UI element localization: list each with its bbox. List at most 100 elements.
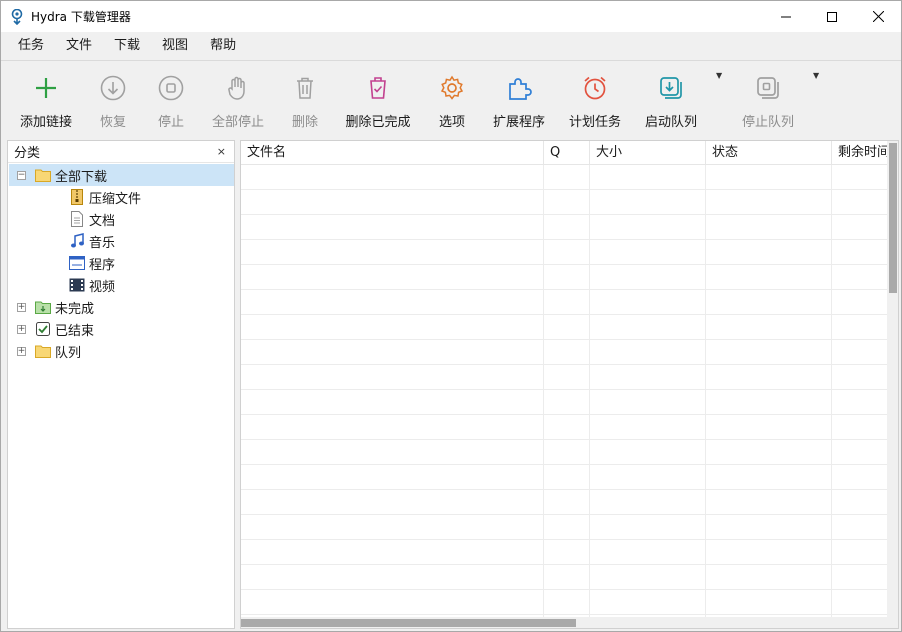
stop-all-label: 全部停止 (211, 115, 264, 130)
puzzle-icon (504, 73, 534, 103)
queue-download-icon (656, 73, 686, 103)
tree-label-video: 视频 (89, 279, 116, 295)
document-icon (69, 211, 85, 227)
stop-queue-button[interactable]: 停止队列 (737, 69, 799, 131)
stop-label: 停止 (157, 115, 184, 130)
empty-row (241, 590, 888, 615)
app-window: Hydra 下载管理器 任务 文件 下载 视图 帮助 添加链接 恢复 停止 全部… (0, 0, 902, 632)
stop-all-button[interactable]: 全部停止 (207, 69, 269, 131)
empty-row (241, 565, 888, 590)
start-queue-dropdown-arrow[interactable]: ▼ (716, 71, 722, 80)
empty-row (241, 240, 888, 265)
maximize-button[interactable] (809, 1, 855, 32)
gear-icon (437, 73, 467, 103)
tree-item-compressed[interactable]: 压缩文件 (69, 186, 141, 208)
menu-help[interactable]: 帮助 (199, 32, 247, 60)
resume-label: 恢复 (99, 115, 126, 130)
column-header-queue[interactable]: Q (544, 141, 590, 165)
tree-item-queues[interactable]: + 队列 (17, 340, 81, 362)
vertical-scrollbar[interactable] (887, 141, 898, 618)
window-title: Hydra 下载管理器 (31, 10, 131, 24)
scheduler-button[interactable]: 计划任务 (565, 69, 625, 131)
trash-icon (290, 73, 320, 103)
stop-queue-dropdown-arrow[interactable]: ▼ (813, 71, 819, 80)
column-header-filename[interactable]: 文件名 (241, 141, 544, 165)
horizontal-scroll-thumb[interactable] (241, 619, 576, 627)
column-header-time-left[interactable]: 剩余时间 (832, 141, 892, 165)
empty-row (241, 390, 888, 415)
unfinished-folder-icon (35, 299, 51, 315)
collapse-icon[interactable]: − (17, 170, 26, 180)
close-icon (872, 11, 884, 22)
hand-stop-icon (223, 73, 253, 103)
plus-icon (31, 73, 61, 103)
menu-bar: 任务 文件 下载 视图 帮助 (1, 32, 901, 60)
extensions-button[interactable]: 扩展程序 (489, 69, 549, 131)
category-panel: 分类 × − 全部下载 压缩文件 文档 音乐 程序 视频 + 未完成 + 已结束… (7, 140, 235, 629)
tree-item-finished[interactable]: + 已结束 (17, 318, 94, 340)
tree-label-finished: 已结束 (55, 323, 95, 339)
grid-header: 文件名 Q 大小 状态 剩余时间 (241, 141, 898, 165)
app-logo-icon (9, 8, 25, 25)
start-queue-button[interactable]: 启动队列 (641, 69, 701, 131)
tree-label-music: 音乐 (89, 235, 116, 251)
menu-file[interactable]: 文件 (55, 32, 103, 60)
extensions-label: 扩展程序 (492, 115, 545, 130)
category-panel-header: 分类 × (8, 141, 234, 163)
empty-row (241, 165, 888, 190)
title-bar: Hydra 下载管理器 (1, 1, 901, 32)
column-header-size[interactable]: 大小 (590, 141, 706, 165)
download-circle-icon (98, 73, 128, 103)
empty-row (241, 540, 888, 565)
column-header-status[interactable]: 状态 (706, 141, 832, 165)
tree-label-queues: 队列 (55, 345, 82, 361)
category-panel-title: 分类 (14, 146, 41, 161)
minimize-button[interactable] (763, 1, 809, 32)
tree-item-all-downloads[interactable]: − 全部下载 (9, 164, 234, 186)
tree-label-unfinished: 未完成 (55, 301, 95, 317)
tree-item-programs[interactable]: 程序 (69, 252, 115, 274)
music-note-icon (69, 233, 85, 249)
menu-task[interactable]: 任务 (7, 32, 55, 60)
add-link-button[interactable]: 添加链接 (15, 69, 77, 131)
panel-close-icon[interactable]: × (217, 145, 226, 158)
empty-row (241, 265, 888, 290)
tree-item-video[interactable]: 视频 (69, 274, 115, 296)
download-list: 文件名 Q 大小 状态 剩余时间 (240, 140, 899, 629)
options-button[interactable]: 选项 (431, 69, 473, 131)
options-label: 选项 (438, 115, 465, 130)
delete-button[interactable]: 删除 (283, 69, 327, 131)
stop-button[interactable]: 停止 (149, 69, 193, 131)
expand-icon[interactable]: + (17, 302, 26, 312)
empty-row (241, 190, 888, 215)
alarm-clock-icon (580, 73, 610, 103)
queue-stop-icon (753, 73, 783, 103)
empty-row (241, 440, 888, 465)
tree-item-documents[interactable]: 文档 (69, 208, 115, 230)
empty-row (241, 340, 888, 365)
toolbar: 添加链接 恢复 停止 全部停止 删除 删除已完成 选项 扩展程序 计划任务 启动… (1, 60, 901, 136)
window-controls (763, 1, 901, 32)
scheduler-label: 计划任务 (568, 115, 621, 130)
horizontal-scrollbar[interactable] (241, 617, 888, 628)
close-button[interactable] (855, 1, 901, 32)
vertical-scroll-thumb[interactable] (889, 143, 897, 293)
delete-completed-label: 删除已完成 (345, 115, 411, 130)
folder-open-icon (35, 167, 51, 183)
empty-row (241, 515, 888, 540)
stop-circle-icon (156, 73, 186, 103)
menu-view[interactable]: 视图 (151, 32, 199, 60)
empty-row (241, 290, 888, 315)
expand-icon[interactable]: + (17, 346, 26, 356)
empty-row (241, 415, 888, 440)
tree-item-unfinished[interactable]: + 未完成 (17, 296, 94, 318)
expand-icon[interactable]: + (17, 324, 26, 334)
clear-completed-icon (363, 73, 393, 103)
tree-item-music[interactable]: 音乐 (69, 230, 115, 252)
film-icon (69, 277, 85, 293)
menu-download[interactable]: 下载 (103, 32, 151, 60)
program-window-icon (69, 255, 85, 271)
delete-completed-button[interactable]: 删除已完成 (341, 69, 415, 131)
resume-button[interactable]: 恢复 (91, 69, 135, 131)
empty-row (241, 465, 888, 490)
